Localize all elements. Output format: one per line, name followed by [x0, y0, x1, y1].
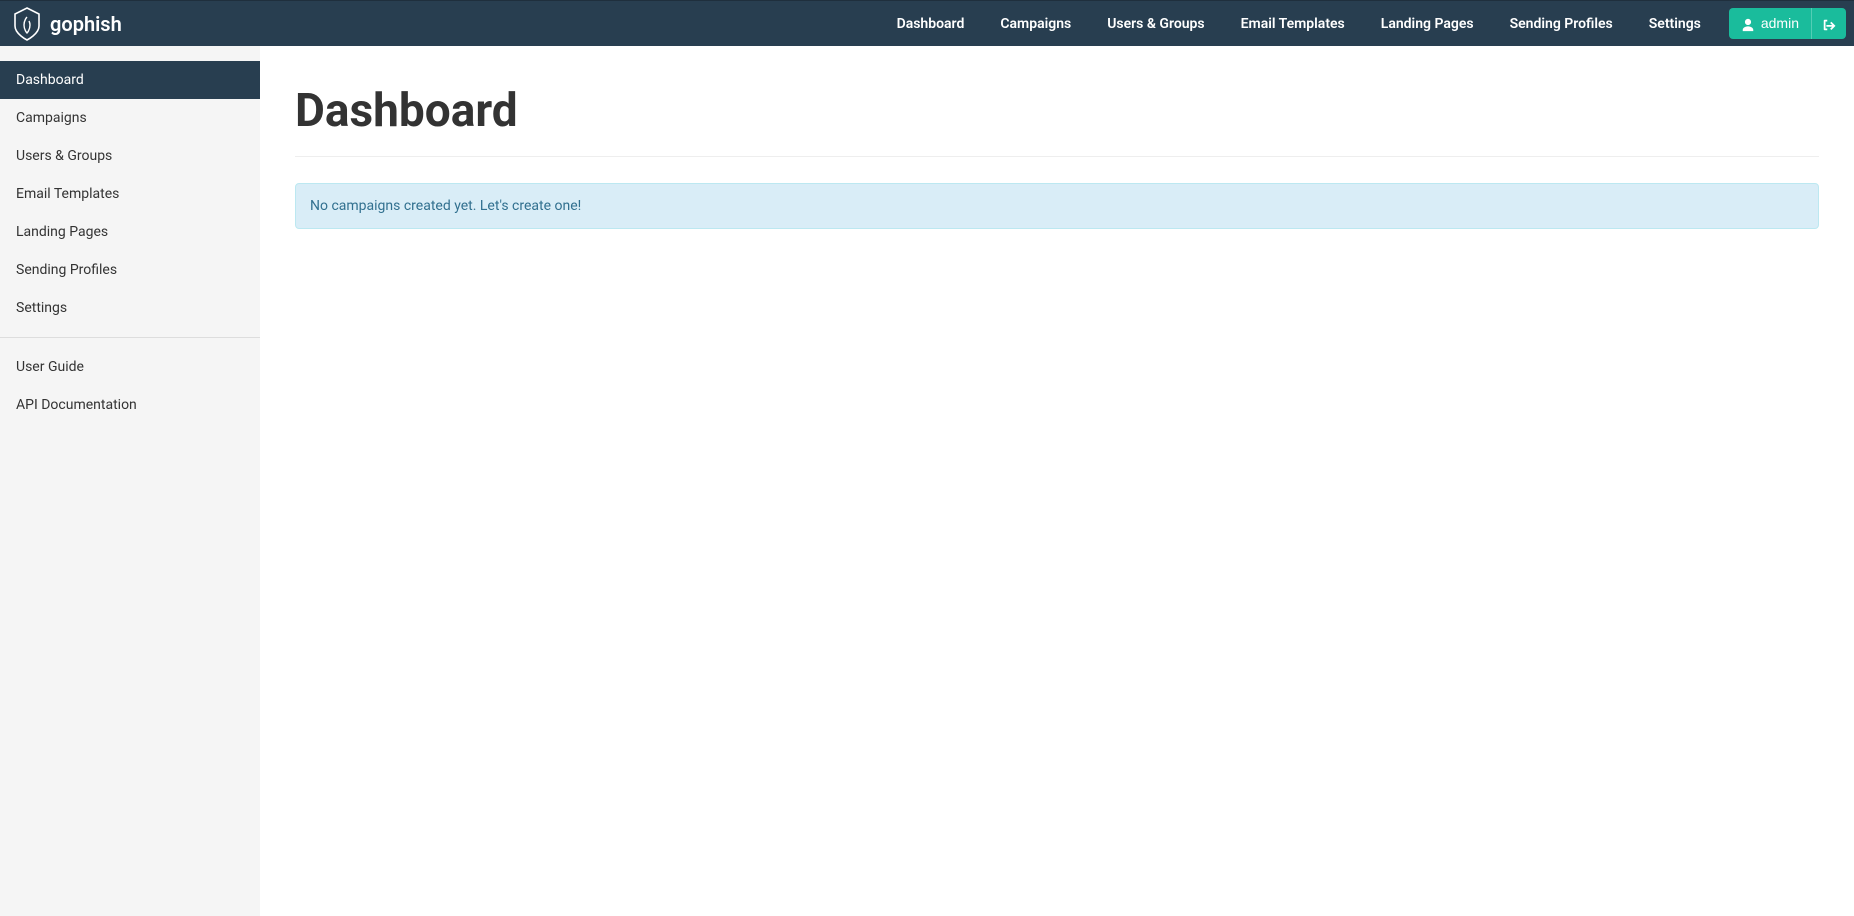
title-divider [295, 156, 1819, 157]
user-icon [1741, 15, 1755, 31]
sign-out-icon [1822, 15, 1836, 31]
admin-button[interactable]: admin [1729, 8, 1812, 38]
sidebar-list-primary: Dashboard Campaigns Users & Groups Email… [0, 61, 260, 327]
sidebar-list-secondary: User Guide API Documentation [0, 348, 260, 424]
sidebar-item-users-groups[interactable]: Users & Groups [0, 137, 260, 175]
sidebar-divider [0, 337, 260, 338]
main-content: Dashboard No campaigns created yet. Let'… [260, 46, 1854, 916]
gophish-logo-icon [12, 6, 42, 42]
sidebar-item-landing-pages[interactable]: Landing Pages [0, 213, 260, 251]
layout: Dashboard Campaigns Users & Groups Email… [0, 46, 1854, 916]
sidebar: Dashboard Campaigns Users & Groups Email… [0, 46, 260, 916]
top-navbar: gophish Dashboard Campaigns Users & Grou… [0, 0, 1854, 46]
sidebar-item-email-templates[interactable]: Email Templates [0, 175, 260, 213]
sidebar-item-campaigns[interactable]: Campaigns [0, 99, 260, 137]
topnav-item-users-groups[interactable]: Users & Groups [1089, 3, 1222, 45]
topnav-item-dashboard[interactable]: Dashboard [879, 3, 983, 45]
brand-link[interactable]: gophish [10, 6, 122, 42]
topnav-list: Dashboard Campaigns Users & Groups Email… [879, 3, 1719, 45]
topnav-item-landing-pages[interactable]: Landing Pages [1363, 3, 1492, 45]
empty-state-alert: No campaigns created yet. Let's create o… [295, 183, 1819, 229]
sidebar-item-settings[interactable]: Settings [0, 289, 260, 327]
topnav-item-campaigns[interactable]: Campaigns [982, 3, 1089, 45]
topnav-item-sending-profiles[interactable]: Sending Profiles [1492, 3, 1631, 45]
logout-button[interactable] [1812, 8, 1846, 38]
sidebar-item-user-guide[interactable]: User Guide [0, 348, 260, 386]
sidebar-item-dashboard[interactable]: Dashboard [0, 61, 260, 99]
sidebar-item-sending-profiles[interactable]: Sending Profiles [0, 251, 260, 289]
topnav-item-email-templates[interactable]: Email Templates [1223, 3, 1363, 45]
page-title: Dashboard [295, 84, 1819, 138]
topnav-item-settings[interactable]: Settings [1631, 3, 1719, 45]
admin-label: admin [1761, 15, 1799, 31]
sidebar-item-api-documentation[interactable]: API Documentation [0, 386, 260, 424]
brand-text: gophish [50, 12, 122, 36]
